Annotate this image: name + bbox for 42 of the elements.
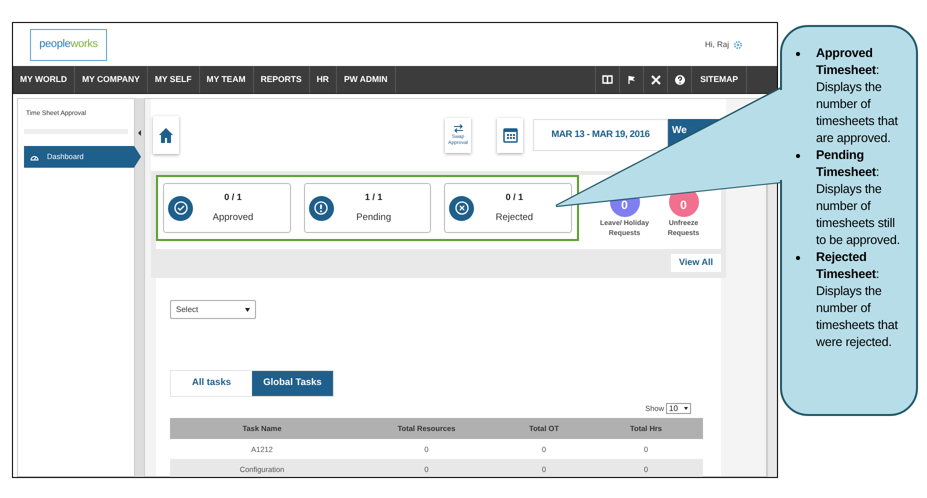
swap-icon [452,124,464,133]
nav-item[interactable]: MY WORLD [13,66,76,93]
nav-item[interactable]: MY TEAM [200,66,254,93]
status-card[interactable]: 0 / 1 Rejected [444,183,572,233]
status-card[interactable]: 1 / 1 Pending [304,183,432,233]
callout-paragraph: Pending Timesheet: Displays the number of timesheets still to be approved. [816,147,901,249]
collapse-icon[interactable] [138,130,142,136]
nav-item[interactable]: MY COMPANY [75,66,148,93]
flag-icon[interactable] [628,74,636,84]
task-tab[interactable]: Global Tasks [252,371,333,396]
caret-icon [684,407,688,410]
status-label: Pending [356,211,392,226]
nav-item[interactable]: REPORTS [254,66,310,93]
nav-item[interactable]: HR [310,66,337,93]
view-all-button[interactable]: View All [671,254,721,272]
help-icon[interactable] [674,74,685,84]
bullet-icon [796,52,800,56]
calendar-button[interactable] [497,118,523,152]
caret-icon [245,308,250,312]
book-icon[interactable] [602,74,614,84]
nav-item[interactable]: MY SELF [148,66,200,93]
date-range: MAR 13 - MAR 19, 2016 [533,119,668,151]
bullet-icon [796,256,800,260]
callout-paragraph: Rejected Timesheet: Displays the number of timesheets that were rejected. [816,249,899,351]
nav-item[interactable]: PW ADMIN [336,66,396,93]
page-size-select[interactable]: 10 [666,403,691,414]
greeting-text: Hi, Raj [704,38,729,50]
status-count: 1 / 1 [364,190,382,204]
calendar-icon [502,127,518,143]
home-icon [158,126,174,144]
status-count: 0 / 1 [506,190,524,204]
status-card[interactable]: 0 / 1 Approved [163,183,291,233]
settings-icon[interactable] [733,40,743,50]
bullet-icon [796,154,800,158]
callout-paragraph: Approved Timesheet: Displays the number of timesheets that are approved. [816,45,899,147]
status-count: 0 / 1 [224,190,242,204]
logo: peopleworks [30,28,107,60]
home-button[interactable] [153,116,179,154]
status-label: Approved [212,211,254,226]
nav-item[interactable]: SITEMAP [691,66,747,93]
select-dropdown[interactable]: Select [170,300,256,319]
status-label: Rejected [496,211,534,226]
